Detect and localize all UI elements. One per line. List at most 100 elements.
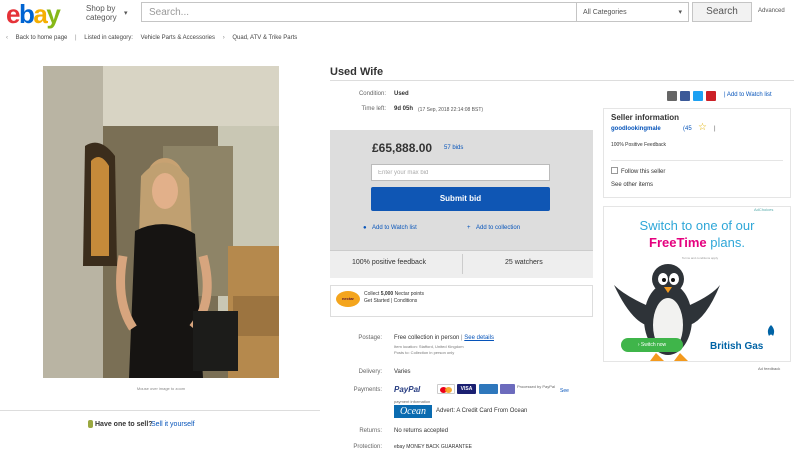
breadcrumb-item[interactable]: Quad, ATV & Trike Parts [232, 35, 297, 41]
listing-title: Used Wife [330, 66, 384, 78]
ocean-logo[interactable]: Ocean [394, 405, 432, 418]
ocean-advert-text[interactable]: Advert: A Credit Card From Ocean [436, 408, 527, 414]
returns-label: Returns: [359, 428, 382, 434]
ad-plans-text: plans. [706, 235, 745, 250]
breadcrumb-item[interactable]: Vehicle Parts & Accessories [141, 35, 215, 41]
twitter-icon[interactable] [693, 91, 703, 101]
postage-value: Free collection in person | See details [394, 335, 494, 341]
listing-photo-image [43, 66, 279, 378]
positive-feedback-text: 100% positive feedback [352, 259, 426, 266]
amex-icon [479, 384, 498, 394]
listed-in-label: Listed in category: [84, 35, 133, 41]
ad-feedback-link[interactable]: Ad feedback [758, 366, 780, 371]
divider [0, 410, 320, 411]
seller-feedback: 100% Positive Feedback [611, 142, 667, 148]
maestro-icon [500, 384, 515, 394]
category-select[interactable]: All Categories ▾ [577, 2, 689, 22]
british-gas-logo: British Gas [710, 341, 764, 352]
search-button[interactable]: Search [692, 2, 752, 22]
plus-icon: + [467, 225, 471, 231]
ad-small-print: Terms and conditions apply [681, 256, 719, 260]
chevron-right-icon: › [222, 35, 225, 41]
postage-subtext: Item location: Stafford, United Kingdom … [394, 344, 464, 356]
switch-now-label: Switch now [640, 342, 667, 348]
follow-seller-link[interactable]: Follow this seller [611, 167, 665, 175]
add-to-collection-link[interactable]: Add to collection [476, 225, 520, 231]
breadcrumb: ‹ Back to home page | Listed in category… [6, 35, 800, 47]
british-gas-flame-icon [767, 325, 775, 336]
condition-label: Condition: [358, 91, 386, 97]
pinterest-icon[interactable] [706, 91, 716, 101]
chevron-down-icon: ▾ [678, 9, 682, 16]
time-left-value: 9d 05h [394, 106, 414, 112]
shop-by-category-button[interactable]: Shop by category [86, 4, 117, 22]
nectar-text: Collect 5,000 Nectar points Get Started … [364, 291, 424, 305]
nectar-points: 5,000 [380, 291, 394, 297]
posts-to: Posts to: Collection in person only [394, 350, 455, 355]
divider [462, 254, 463, 274]
sell-question: Have one to sell? [95, 421, 153, 428]
back-to-home-link[interactable]: Back to home page [16, 35, 68, 41]
seller-name-link[interactable]: goodlookingmale [611, 126, 661, 132]
time-left-detail: (17 Sep, 2018 22:14:08 BST) [418, 107, 484, 113]
separator: | [75, 35, 77, 41]
nectar-links[interactable]: Get Started | Conditions [364, 298, 424, 305]
chevron-down-icon: ▾ [124, 10, 128, 17]
max-bid-input[interactable] [371, 164, 550, 181]
ad-headline-2: FreeTime plans. [611, 235, 783, 250]
add-to-watchlist-link[interactable]: Add to Watch list [372, 225, 417, 231]
see-details-link[interactable]: See details [464, 335, 494, 341]
seller-heading: Seller information [611, 113, 680, 122]
facebook-icon[interactable] [680, 91, 690, 101]
ebay-logo[interactable]: ebay [6, 1, 61, 27]
ad-headline-1: Switch to one of our [639, 218, 755, 233]
protection-label: Protection: [353, 444, 382, 450]
see-other-items-link[interactable]: See other items [611, 182, 653, 188]
search-input[interactable] [141, 2, 577, 22]
advanced-search-link[interactable]: Advanced [758, 8, 785, 14]
star-icon: ☆ [698, 122, 707, 133]
listing-photo[interactable] [43, 66, 279, 378]
processed-by-paypal: Processed by PayPal [517, 384, 556, 389]
shop-by-label: Shop by [86, 4, 116, 13]
sell-it-yourself-link[interactable]: Sell it yourself [151, 421, 195, 428]
postage-label: Postage: [358, 335, 382, 341]
adchoices-link[interactable]: AdChoices [754, 207, 773, 212]
tag-icon [88, 420, 93, 428]
eye-icon: ● [363, 225, 367, 231]
payments-label: Payments: [353, 387, 382, 393]
payment-information-link[interactable]: payment information [394, 399, 430, 404]
add-to-watchlist-link[interactable]: | Add to Watch list [724, 92, 772, 98]
nectar-points-label: Nectar points [393, 291, 425, 297]
watchers-count: 25 watchers [505, 259, 543, 266]
bid-count-link[interactable]: 57 bids [444, 145, 463, 151]
photo-caption: Mouse over image to zoom [136, 386, 186, 391]
separator: | [714, 126, 716, 132]
site-header: ebay Shop by category ▾ All Categories ▾… [0, 0, 800, 27]
nectar-logo: nectar [336, 291, 360, 307]
returns-value: No returns accepted [394, 428, 449, 434]
category-label: category [86, 13, 117, 22]
time-left-label: Time left: [361, 106, 386, 112]
follow-label: Follow this seller [621, 169, 666, 175]
postage-text: Free collection in person [394, 335, 460, 341]
heart-icon [611, 167, 618, 174]
category-select-value: All Categories [583, 9, 627, 16]
visa-icon: VISA [457, 384, 476, 394]
nectar-collect: Collect [364, 291, 381, 297]
switch-now-button[interactable]: › Switch now [621, 338, 683, 352]
ad-brand-text: FreeTime [649, 235, 707, 250]
watchlist-label: Add to Watch list [726, 92, 772, 98]
seller-score[interactable]: (45 [683, 126, 692, 132]
current-price: £65,888.00 [372, 141, 433, 155]
money-back-guarantee: ebay MONEY BACK GUARANTEE [394, 444, 472, 450]
condition-value: Used [394, 91, 409, 97]
divider [611, 160, 783, 161]
mastercard-icon [437, 384, 455, 394]
delivery-value: Varies [394, 369, 411, 375]
chevron-left-icon: ‹ [6, 35, 8, 41]
see-payment-link[interactable]: See [560, 388, 569, 394]
paypal-logo: PayPal [394, 385, 421, 394]
email-icon[interactable] [667, 91, 677, 101]
submit-bid-button[interactable]: Submit bid [371, 187, 550, 211]
